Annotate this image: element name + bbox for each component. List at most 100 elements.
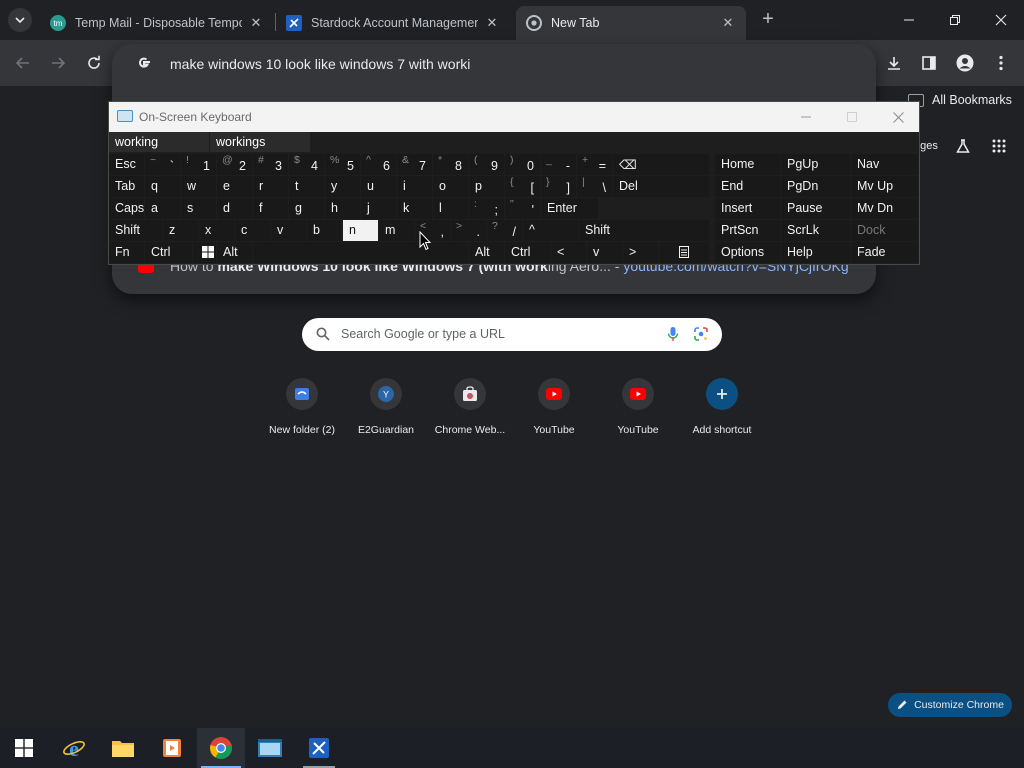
new-tab-button[interactable]: + (758, 9, 778, 30)
start-button[interactable] (0, 728, 48, 768)
key-tab[interactable]: Tab (109, 176, 144, 197)
key-r[interactable]: r (253, 176, 288, 197)
prediction-word[interactable]: workings (210, 132, 310, 152)
profile-button[interactable] (954, 52, 976, 74)
key-prtscn[interactable]: PrtScn (715, 220, 780, 241)
key-k[interactable]: k (397, 198, 432, 219)
key-shift[interactable]: Shift (109, 220, 162, 241)
key-options[interactable]: Options (715, 242, 780, 263)
key-q[interactable]: q (145, 176, 180, 197)
taskbar-file-explorer[interactable] (99, 728, 147, 768)
key-ctrl[interactable]: Ctrl (145, 242, 192, 263)
key-dock[interactable]: Dock (851, 220, 918, 241)
close-window-button[interactable] (978, 0, 1024, 40)
key-[interactable]: }] (541, 176, 576, 197)
shortcut-e2guardian[interactable]: Y E2Guardian (344, 378, 428, 440)
space-key[interactable] (253, 242, 468, 263)
key-insert[interactable]: Insert (715, 198, 780, 219)
taskbar-chrome[interactable] (197, 728, 245, 768)
key-pgup[interactable]: PgUp (781, 154, 850, 175)
back-button[interactable] (12, 52, 34, 74)
key-1[interactable]: ! 1 (181, 154, 216, 175)
key-esc[interactable]: Esc (109, 154, 144, 175)
microphone-icon[interactable] (667, 326, 679, 342)
key-[interactable]: ? / (487, 220, 522, 241)
add-shortcut-button[interactable]: Add shortcut (680, 378, 764, 440)
apps-button[interactable] (988, 136, 1010, 156)
key-n[interactable]: n (343, 220, 378, 241)
close-tab-icon[interactable]: ✕ (720, 15, 736, 31)
key-g[interactable]: g (289, 198, 324, 219)
key-ctrl[interactable]: Ctrl (505, 242, 550, 263)
all-bookmarks-button[interactable]: All Bookmarks (908, 90, 1012, 110)
menu-button[interactable] (990, 52, 1012, 74)
key-t[interactable]: t (289, 176, 324, 197)
key-w[interactable]: w (181, 176, 216, 197)
tab-search-button[interactable] (8, 8, 32, 32)
key-[interactable]: + = (577, 154, 612, 175)
tab-stardock[interactable]: Stardock Account Managemen ✕ (276, 6, 510, 40)
key-9[interactable]: (9 (469, 154, 504, 175)
key-f[interactable]: f (253, 198, 288, 219)
key-5[interactable]: % 5 (325, 154, 360, 175)
key-fn[interactable]: Fn (109, 242, 144, 263)
key-shift[interactable]: Shift (579, 220, 709, 241)
restore-button[interactable] (932, 0, 978, 40)
key-i[interactable]: i (397, 176, 432, 197)
key-[interactable]: | \ (577, 176, 612, 197)
key-b[interactable]: b (307, 220, 342, 241)
key-2[interactable]: @2 (217, 154, 252, 175)
key-help[interactable]: Help (781, 242, 850, 263)
key-[interactable]: {[ (505, 176, 540, 197)
key-home[interactable]: Home (715, 154, 780, 175)
labs-button[interactable] (952, 136, 974, 156)
key-enter[interactable]: Enter (541, 198, 598, 219)
forward-button[interactable] (47, 52, 69, 74)
customize-chrome-button[interactable]: Customize Chrome (888, 693, 1012, 717)
key-mvdn[interactable]: Mv Dn (851, 198, 918, 219)
context-menu-key[interactable] (659, 242, 709, 263)
images-link[interactable]: ges (918, 136, 940, 156)
shortcut-youtube-2[interactable]: YouTube (596, 378, 680, 440)
key-[interactable]: ^ (523, 220, 578, 241)
key-s[interactable]: s (181, 198, 216, 219)
ntp-search-box[interactable]: Search Google or type a URL (302, 318, 722, 351)
key-v[interactable]: v (271, 220, 306, 241)
key-mvup[interactable]: Mv Up (851, 176, 918, 197)
osk-close-button[interactable] (887, 107, 909, 127)
key-m[interactable]: m (379, 220, 414, 241)
taskbar-stardock-app[interactable] (295, 728, 343, 768)
key-end[interactable]: End (715, 176, 780, 197)
key-c[interactable]: c (235, 220, 270, 241)
key-[interactable]: _ - (541, 154, 576, 175)
key-x[interactable]: x (199, 220, 234, 241)
key-nav[interactable]: Nav (851, 154, 918, 175)
google-lens-icon[interactable] (693, 326, 709, 342)
key-[interactable]: " ' (505, 198, 540, 219)
close-tab-icon[interactable]: ✕ (248, 15, 264, 31)
key-[interactable]: > (623, 242, 658, 263)
key-8[interactable]: * 8 (433, 154, 468, 175)
taskbar-terminal[interactable] (246, 728, 294, 768)
prediction-word[interactable]: working (109, 132, 209, 152)
close-tab-icon[interactable]: ✕ (484, 15, 500, 31)
minimize-button[interactable] (886, 0, 932, 40)
key-del[interactable]: Del (613, 176, 709, 197)
key-[interactable]: ~ ` (145, 154, 180, 175)
shortcut-chrome-web-store[interactable]: Chrome Web... (428, 378, 512, 440)
tab-temp-mail[interactable]: tm Temp Mail - Disposable Tempo ✕ (40, 6, 274, 40)
side-panel-button[interactable] (918, 52, 940, 74)
key-d[interactable]: d (217, 198, 252, 219)
key-j[interactable]: j (361, 198, 396, 219)
key-y[interactable]: y (325, 176, 360, 197)
key-[interactable]: < (551, 242, 586, 263)
shortcut-new-folder[interactable]: New folder (2) (260, 378, 344, 440)
key-[interactable]: ⌫ (613, 154, 709, 175)
key-pause[interactable]: Pause (781, 198, 850, 219)
osk-maximize-button[interactable] (841, 107, 863, 127)
key-3[interactable]: #3 (253, 154, 288, 175)
key-o[interactable]: o (433, 176, 468, 197)
shortcut-youtube-1[interactable]: YouTube (512, 378, 596, 440)
key-alt[interactable]: Alt (469, 242, 504, 263)
key-6[interactable]: ^ 6 (361, 154, 396, 175)
